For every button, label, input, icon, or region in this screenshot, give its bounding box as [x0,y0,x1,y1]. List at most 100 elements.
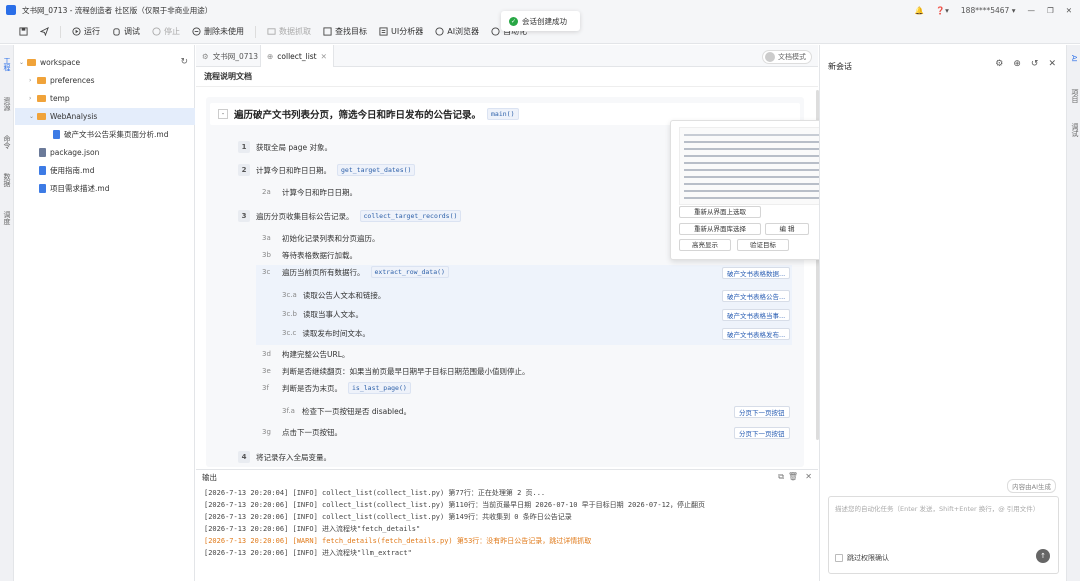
target-chip[interactable]: 破产文书表格发布... [722,328,791,340]
close-chat-icon[interactable]: ✕ [1048,59,1056,69]
step-func[interactable]: is_last_page() [348,382,411,394]
target-chip[interactable]: 分页下一页按钮 [734,427,790,439]
step-func[interactable]: get_target_dates() [337,164,416,176]
edit-button[interactable]: 编 辑 [765,223,809,235]
settings-icon[interactable]: ⚙ [995,59,1003,69]
strip-project[interactable]: 项目 [1070,89,1080,103]
checkbox-icon [835,554,843,562]
verify-target-button[interactable]: 验证目标 [737,239,789,251]
step-text: 将记录存入全局变量。 [256,452,331,462]
target-chip[interactable]: 分页下一页按钮 [734,406,790,418]
user-menu[interactable]: 188****5467 ▾ [961,6,1016,15]
checkbox-label: 跳过权限确认 [847,554,889,562]
debug-button[interactable]: 调试 [107,23,145,41]
activity-schedule[interactable]: 调度 [2,211,12,225]
markdown-file-icon [39,166,46,175]
tree-item-webanalysis[interactable]: ⌄ WebAnalysis [15,108,195,125]
restore-button[interactable]: ❐ [1047,6,1054,15]
stop-button[interactable]: 停止 [147,23,185,41]
sub-number: 2a [262,188,271,196]
activity-projects[interactable]: 工程 [2,57,12,71]
close-tab-icon[interactable]: ✕ [321,52,327,61]
collapse-button[interactable]: - [218,109,228,119]
main-func[interactable]: main() [487,108,519,120]
toggle-knob [765,52,775,62]
output-header: 输出 ⧉ 🗑 ✕ [196,469,818,484]
data-capture-button[interactable]: 数据抓取 [262,23,316,41]
step-func[interactable]: extract_row_data() [370,266,449,278]
tree-item-package-json[interactable]: package.json [15,144,195,161]
find-target-button[interactable]: 查找目标 [318,23,372,41]
sub-number: 3c [262,268,271,276]
step-text: 构建完整公告URL。 [282,349,350,359]
tree-item-workspace[interactable]: ⌄ workspace [15,54,195,71]
close-panel-icon[interactable]: ✕ [805,472,812,481]
strip-debug[interactable]: 调试 [1070,123,1080,137]
activity-resources[interactable]: 资源 [2,97,12,111]
editor-tabs: ⚙ 文书网_0713 ● ⊕ collect_list ✕ 文档模式 [196,45,818,67]
tree-item-temp[interactable]: › temp [15,90,195,107]
log-line: [2026-7-13 20:20:06] [INFO] collect_list… [204,501,706,509]
activity-commands[interactable]: 命令 [2,135,12,149]
ai-browser-button[interactable]: AI浏览器 [430,23,484,41]
strip-ai[interactable]: AI [1070,55,1078,62]
trash-icon[interactable]: 🗑 [788,472,798,481]
doc-mode-toggle[interactable]: 文档模式 [762,50,812,64]
step-3c: 3c 遍历当前页所有数据行。 extract_row_data() [262,265,449,279]
pointer-icon[interactable] [35,23,54,41]
tree-item-analysis-md[interactable]: 破产文书公告采集页面分析.md [15,126,195,143]
find-target-label: 查找目标 [335,27,367,36]
step-3f-a: 3f.a 检查下一页按钮是否 disabled。 [282,404,411,418]
bell-icon[interactable]: 🔔 [914,6,923,15]
doc-mode-label: 文档模式 [778,53,806,61]
target-chip[interactable]: 破产文书表格当事... [722,309,791,321]
close-window-button[interactable]: ✕ [1066,6,1072,15]
ui-analyzer-button[interactable]: UI分析器 [374,23,428,41]
delete-unused-button[interactable]: 删除未使用 [187,23,249,41]
app-logo-icon [6,5,16,15]
run-button[interactable]: 运行 [67,23,105,41]
chat-input[interactable]: 描述您的自动化任务（Enter 发送，Shift+Enter 换行，@ 引用文件… [828,496,1059,574]
chevron-down-icon: ⌄ [29,113,35,120]
target-chip[interactable]: 破产文书表格公告... [722,290,791,302]
step-3e: 3e 判断是否继续翻页：如果当前页最早日期早于目标日期范围最小值则停止。 [262,364,530,378]
tree-item-guide-md[interactable]: 使用指南.md [15,162,195,179]
chat-title: 新会话 [828,62,852,71]
step-text: 读取公告人文本和链接。 [302,290,386,300]
skip-permission-checkbox[interactable]: 跳过权限确认 [835,553,889,563]
output-title: 输出 [202,472,217,482]
send-button[interactable]: ↑ [1036,549,1050,563]
file-explorer: ↻ ⌄ workspace › preferences › temp ⌄ WebAnal… [15,45,195,581]
step-number: 3 [238,210,250,222]
step-3c-c: 3c.c 读取发布时间文本。 [282,326,370,340]
tree-item-label: preferences [50,76,95,85]
tab-collect-list[interactable]: ⊕ collect_list ✕ [260,45,334,67]
new-chat-icon[interactable]: ⊕ [1013,59,1021,69]
step-2a: 2a 计算今日和昨日日期。 [262,185,357,199]
chevron-right-icon: › [29,77,32,84]
chat-placeholder: 描述您的自动化任务（Enter 发送，Shift+Enter 换行，@ 引用文件… [835,505,1040,513]
tree-item-requirements-md[interactable]: 项目需求描述.md [15,180,195,197]
main-title: 遍历破产文书列表分页，筛选今日和昨日发布的公告记录。 [234,110,482,121]
history-icon[interactable]: ↺ [1031,59,1039,69]
step-text: 计算今日和昨日日期。 [256,165,331,175]
highlight-button[interactable]: 高亮显示 [679,239,731,251]
minimize-button[interactable]: — [1027,6,1035,15]
step-3c-a: 3c.a 读取公告人文本和链接。 [282,288,385,302]
reselect-library-button[interactable]: 重新从界面库选择 [679,223,761,235]
activity-data[interactable]: 数据 [2,173,12,187]
help-icon[interactable]: ❓▾ [936,6,949,15]
step-text: 读取当事人文本。 [302,309,363,319]
target-chip[interactable]: 破产文书表格数据... [722,267,791,279]
output-log: [2026-7-13 20:20:04] [INFO] collect_list… [196,484,818,581]
step-number: 1 [238,141,250,153]
step-func[interactable]: collect_target_records() [359,210,462,222]
tree-item-preferences[interactable]: › preferences [15,72,195,89]
ai-generated-badge: 内容由AI生成 [1007,479,1056,493]
copy-icon[interactable]: ⧉ [778,472,784,482]
log-line: [2026-7-13 20:20:06] [INFO] 进入流程块"fetch_… [204,525,421,533]
reselect-button[interactable]: 重新从界面上选取 [679,206,761,218]
json-file-icon [39,148,46,157]
sub-number: 3c.b [282,310,297,318]
save-icon[interactable] [14,23,33,41]
